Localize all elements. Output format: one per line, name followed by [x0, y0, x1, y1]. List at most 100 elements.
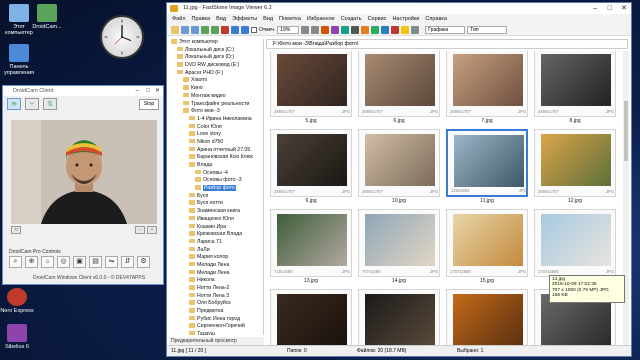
tree-item[interactable]: Влада — [169, 162, 263, 170]
thumbnail[interactable]: 2560x1707 JPG — [270, 129, 352, 197]
tree-item[interactable]: Тадзуш — [169, 331, 263, 335]
wifi-server-icon[interactable]: ⇅ — [43, 98, 57, 110]
menu-item[interactable]: Справка — [425, 14, 447, 24]
menu-item[interactable]: Вид — [216, 14, 226, 24]
picture-icon[interactable]: ▤ — [89, 256, 102, 268]
tree-item[interactable]: Color Юля — [169, 123, 263, 132]
autofocus-icon[interactable]: ◎ — [57, 256, 70, 268]
zoom-icon[interactable]: ⌕ — [9, 256, 22, 268]
close-icon[interactable]: ✕ — [621, 3, 627, 14]
tree-item[interactable]: 1-4 Ирина Николаевна — [169, 115, 263, 124]
mirror-icon[interactable]: ⇵ — [121, 256, 134, 268]
menu-item[interactable]: Правка — [192, 14, 211, 24]
thumbnail[interactable]: 1280x854 JPG — [446, 129, 528, 197]
zoom-in-icon[interactable]: + — [147, 226, 157, 234]
tree-item[interactable]: Мелади Лена — [169, 269, 263, 278]
tree-item[interactable]: Барановская Ксю Клюк — [169, 154, 263, 162]
menu-item[interactable]: Избранное — [307, 14, 335, 24]
forward-icon[interactable] — [191, 25, 199, 34]
menu-item[interactable]: Настройки — [392, 14, 419, 24]
tree-item[interactable]: Xiaomi — [169, 77, 263, 85]
flip-icon[interactable]: ⇋ — [105, 256, 118, 268]
maximize-icon[interactable]: □ — [608, 3, 612, 14]
menu-item[interactable]: Пометка — [279, 14, 301, 24]
tree-item[interactable]: Иващенко Юля — [169, 215, 263, 224]
desktop-icon-control-panel[interactable]: Панель управления — [2, 44, 36, 76]
sort-select[interactable]: Тип — [467, 25, 508, 34]
thumbnail[interactable]: 2560x1707 JPG — [358, 129, 440, 197]
print-icon[interactable] — [351, 25, 360, 34]
color-icon[interactable] — [391, 25, 400, 34]
thumbnail[interactable]: 2560x1707 JPG — [270, 51, 352, 117]
tree-item[interactable]: Nikon d750 — [169, 138, 263, 147]
scrollbar-thumb[interactable] — [624, 101, 628, 161]
clock-gadget[interactable] — [100, 15, 144, 59]
tree-item[interactable]: Крюковская Влада — [169, 231, 263, 239]
thumbnail[interactable]: 1707x2560 JPG — [534, 209, 616, 277]
tree-item[interactable]: Основы -4 — [169, 169, 263, 178]
maximize-icon[interactable]: □ — [146, 86, 150, 96]
thumbnail[interactable]: 2560x1707 JPG — [446, 51, 528, 117]
menu-item[interactable]: Файл — [172, 14, 186, 24]
open-folder-icon[interactable] — [171, 25, 179, 34]
thumbnail[interactable] — [270, 289, 352, 347]
effects-icon[interactable] — [401, 25, 410, 34]
path-bar[interactable]: F:\Фото мои -3\Влада\Разбор фото\ — [266, 39, 628, 49]
minimize-icon[interactable]: – — [136, 86, 139, 96]
rotate-left-icon[interactable] — [231, 25, 239, 34]
thumbnail[interactable]: 1707x2560 JPG — [446, 209, 528, 277]
zoom-select[interactable]: 19% — [277, 25, 300, 34]
menu-item[interactable]: Создать — [341, 14, 362, 24]
tree-item[interactable]: Предметка — [169, 308, 263, 316]
tree-item[interactable]: Фото мои -3 — [169, 108, 263, 116]
filter-select[interactable]: Графика — [425, 25, 466, 34]
zoom-plus-icon[interactable]: ⊕ — [25, 256, 38, 268]
camera-icon[interactable]: ▣ — [73, 256, 86, 268]
close-icon[interactable]: ✕ — [155, 86, 160, 96]
tree-item[interactable]: Мелади Лена — [169, 261, 263, 270]
thumbnail[interactable] — [358, 289, 440, 347]
up-folder-icon[interactable] — [201, 25, 209, 34]
tree-item[interactable]: Оля Бобруйск — [169, 300, 263, 308]
tree-item[interactable]: Кошкин Ира — [169, 223, 263, 232]
tree-item[interactable]: Арина отчетный 27.05. — [169, 146, 263, 155]
tree-item[interactable]: ЛаЛи — [169, 246, 263, 255]
desktop-icon-nero[interactable]: Nero Express — [0, 288, 34, 314]
desktop-icon-sibelius[interactable]: Sibelius 6 — [0, 324, 34, 350]
refresh-icon[interactable] — [211, 25, 219, 34]
flash-icon[interactable]: ☼ — [41, 256, 54, 268]
fullscreen-icon[interactable] — [311, 25, 320, 34]
settings-icon[interactable]: ⚙ — [137, 256, 150, 268]
tree-item[interactable]: DVD RW дисковод (E:) — [169, 62, 263, 70]
rotate-right-icon[interactable] — [241, 25, 249, 34]
crop-icon[interactable] — [371, 25, 380, 34]
tree-item[interactable]: Никола — [169, 277, 263, 285]
tree-item[interactable]: Локальный диск (D:) — [169, 54, 263, 62]
menu-item[interactable]: Вид — [263, 14, 273, 24]
tree-item[interactable]: Мария колор — [169, 254, 263, 262]
tree-item[interactable]: Кино — [169, 85, 263, 93]
tree-item[interactable]: Лариса 71 — [169, 238, 263, 247]
email-icon[interactable] — [341, 25, 350, 34]
menu-item[interactable]: Сервис — [368, 14, 387, 24]
thumbnail[interactable]: 2560x1707 JPG — [534, 51, 616, 117]
tree-item[interactable]: Love story — [169, 131, 263, 139]
tree-item[interactable]: Знаменская книга — [169, 208, 263, 216]
tree-item[interactable]: Разбор фото — [169, 185, 263, 193]
tree-item[interactable]: Сергиенко+Горечий — [169, 323, 263, 331]
tree-item[interactable]: Этот компьютер — [169, 39, 263, 47]
stop-button[interactable]: Stop — [139, 98, 159, 110]
wifi-icon[interactable]: ≋ — [7, 98, 21, 110]
slideshow-icon[interactable] — [321, 25, 330, 34]
desktop-icon-droidcam[interactable]: DroidCam... — [30, 4, 64, 30]
tree-item[interactable]: Apacer PHD (F:) — [169, 69, 263, 78]
fit-icon[interactable] — [301, 25, 310, 34]
edit-icon[interactable] — [361, 25, 370, 34]
thumbnail[interactable]: 2560x1707 JPG — [534, 129, 616, 197]
tree-item[interactable]: Основы фото -3 — [169, 177, 263, 185]
menu-item[interactable]: Эффекты — [232, 14, 257, 24]
thumbnail[interactable]: 2560x1707 JPG — [358, 51, 440, 117]
back-icon[interactable] — [181, 25, 189, 34]
tree-item[interactable]: Монтаж видео — [169, 92, 263, 101]
delete-icon[interactable] — [221, 25, 229, 34]
